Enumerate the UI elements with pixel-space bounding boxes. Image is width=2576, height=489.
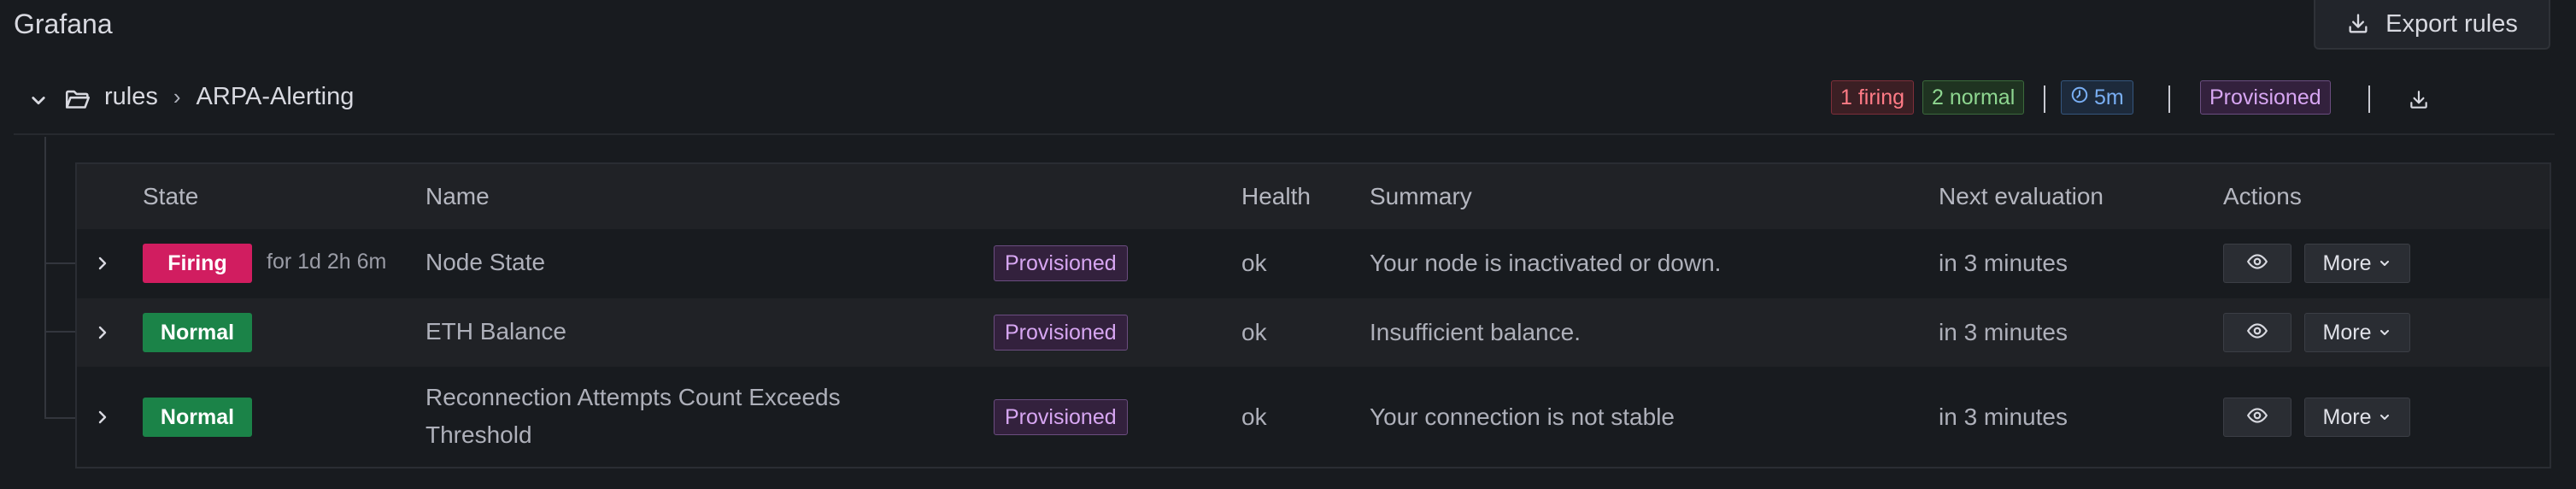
state-badge: Normal (143, 313, 252, 352)
app-title: Grafana (14, 9, 113, 39)
health-value: ok (1241, 404, 1267, 430)
divider (2044, 85, 2045, 113)
caret-down-icon (2378, 405, 2391, 430)
download-icon (2346, 12, 2370, 36)
eye-icon (2246, 404, 2268, 431)
health-value: ok (1241, 319, 1267, 345)
state-badge: Normal (143, 398, 252, 437)
eye-icon (2246, 250, 2268, 277)
firing-count-badge: 1 firing (1831, 80, 1915, 115)
chevron-right-icon[interactable] (92, 322, 113, 343)
chevron-right-icon[interactable] (92, 253, 113, 274)
breadcrumb: rules › ARPA-Alerting (104, 83, 354, 111)
more-actions-button[interactable]: More (2304, 313, 2410, 352)
more-label: More (2322, 250, 2372, 275)
more-actions-button[interactable]: More (2304, 244, 2410, 283)
rules-table: State Name Health Summary Next evaluatio… (75, 162, 2551, 468)
caret-down-icon (2378, 251, 2391, 276)
column-header-health: Health (1241, 183, 1311, 209)
rule-summary: Your connection is not stable (1370, 404, 1675, 430)
header-divider (14, 133, 2555, 135)
folder-open-icon (63, 85, 92, 119)
next-evaluation: in 3 minutes (1939, 250, 2068, 276)
view-rule-button[interactable] (2223, 244, 2291, 283)
chevron-right-icon[interactable] (92, 407, 113, 427)
eye-icon (2246, 320, 2268, 346)
state-duration: for 1d 2h 6m (267, 250, 387, 274)
interval-badge: 5m (2061, 80, 2133, 115)
table-row[interactable]: Normal ETH Balance Provisioned ok Insuff… (77, 298, 2550, 367)
table-row[interactable]: Firing for 1d 2h 6m Node State Provision… (77, 229, 2550, 298)
export-rules-label: Export rules (2385, 9, 2518, 38)
export-rules-button[interactable]: Export rules (2314, 0, 2550, 50)
divider (2368, 85, 2370, 113)
next-evaluation: in 3 minutes (1939, 404, 2068, 430)
tree-branch (44, 262, 75, 264)
breadcrumb-namespace[interactable]: rules (104, 83, 158, 111)
state-badge: Firing (143, 244, 252, 283)
provisioned-badge: Provisioned (994, 315, 1128, 351)
provisioned-badge: Provisioned (994, 399, 1128, 435)
view-rule-button[interactable] (2223, 313, 2291, 352)
next-evaluation: in 3 minutes (1939, 319, 2068, 345)
chevron-down-icon[interactable] (26, 87, 51, 113)
more-label: More (2322, 320, 2372, 345)
tree-branch (44, 331, 75, 333)
rule-summary: Your node is inactivated or down. (1370, 250, 1722, 276)
normal-count-badge: 2 normal (1922, 80, 2025, 115)
alert-rules-page: Grafana Export rules rules › ARPA-Alerti… (0, 0, 2576, 489)
breadcrumb-group: ARPA-Alerting (196, 83, 355, 110)
clock-icon (2070, 81, 2089, 114)
provisioned-badge: Provisioned (994, 245, 1128, 281)
tree-line (44, 137, 46, 419)
rule-name: ETH Balance (425, 318, 566, 345)
rule-summary: Insufficient balance. (1370, 319, 1581, 345)
more-actions-button[interactable]: More (2304, 398, 2410, 437)
interval-value: 5m (2094, 85, 2124, 109)
provisioned-badge: Provisioned (2200, 80, 2331, 115)
divider (2168, 85, 2170, 113)
rule-name: Node State (425, 249, 546, 275)
more-label: More (2322, 404, 2372, 429)
view-rule-button[interactable] (2223, 398, 2291, 437)
column-header-name: Name (425, 183, 490, 209)
caret-down-icon (2378, 321, 2391, 345)
table-header: State Name Health Summary Next evaluatio… (77, 164, 2550, 229)
health-value: ok (1241, 250, 1267, 276)
tree-branch (44, 417, 75, 419)
column-header-actions: Actions (2223, 183, 2302, 209)
column-header-next-evaluation: Next evaluation (1939, 183, 2104, 209)
rule-name: Reconnection Attempts Count Exceeds Thre… (425, 384, 841, 448)
rule-group-header: rules › ARPA-Alerting 1 firing 2 normal … (0, 75, 2555, 125)
column-header-state: State (143, 183, 199, 209)
table-row[interactable]: Normal Reconnection Attempts Count Excee… (77, 367, 2550, 467)
chevron-right-icon: › (173, 84, 181, 109)
download-icon[interactable] (2408, 89, 2430, 115)
column-header-summary: Summary (1370, 183, 1472, 209)
